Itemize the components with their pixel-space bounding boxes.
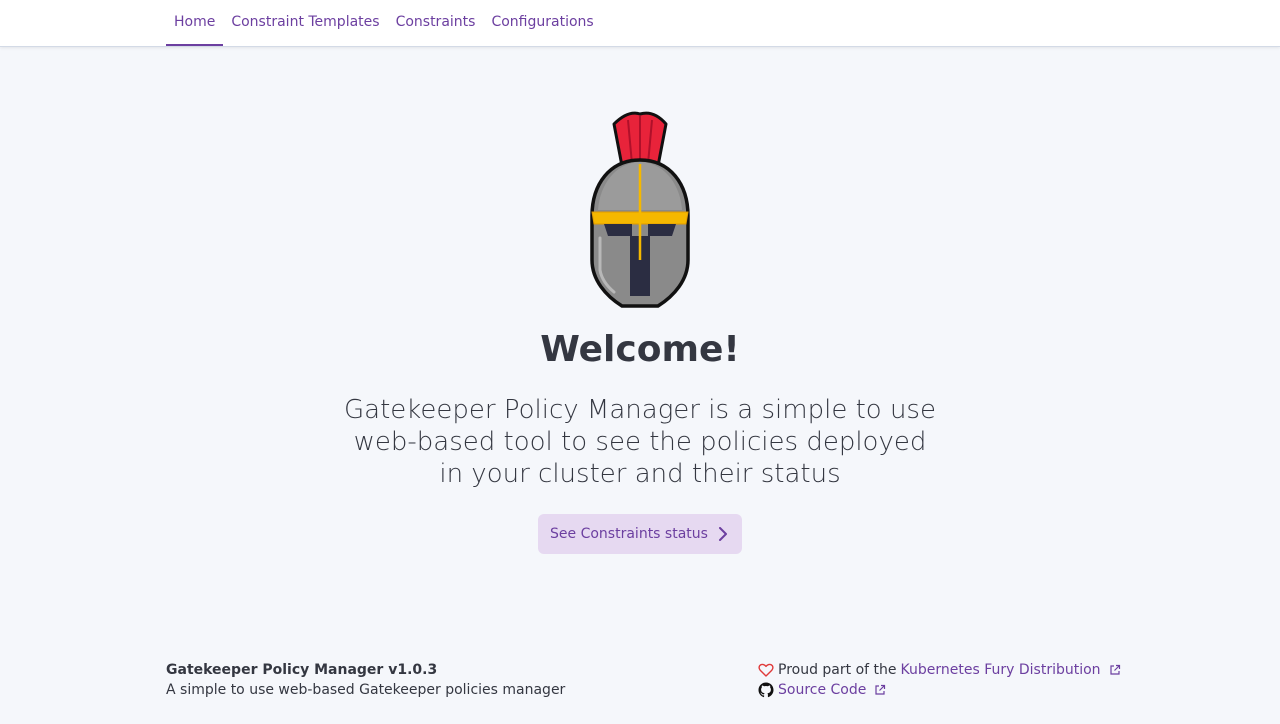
proud-text: Proud part of the bbox=[778, 662, 897, 678]
hero-section: Welcome! Gatekeeper Policy Manager is a … bbox=[0, 110, 1280, 554]
tab-home[interactable]: Home bbox=[166, 0, 224, 46]
page-footer: Gatekeeper Policy Manager v1.0.3 A simpl… bbox=[166, 660, 1120, 704]
footer-info: Gatekeeper Policy Manager v1.0.3 A simpl… bbox=[166, 660, 565, 700]
tab-configurations[interactable]: Configurations bbox=[483, 0, 601, 46]
footer-links: Proud part of the Kubernetes Fury Distri… bbox=[758, 660, 1121, 700]
tab-constraints[interactable]: Constraints bbox=[388, 0, 484, 46]
external-link-icon bbox=[1109, 664, 1120, 675]
welcome-heading: Welcome! bbox=[540, 329, 740, 370]
kfd-link[interactable]: Kubernetes Fury Distribution bbox=[901, 660, 1101, 680]
heart-icon bbox=[758, 663, 774, 677]
top-navbar: Home Constraint Templates Constraints Co… bbox=[0, 0, 1280, 47]
intro-description: Gatekeeper Policy Manager is a simple to… bbox=[344, 395, 936, 489]
chevron-right-icon bbox=[718, 527, 727, 541]
footer-subtitle: A simple to use web-based Gatekeeper pol… bbox=[166, 682, 566, 698]
cta-label: See Constraints status bbox=[550, 526, 708, 542]
footer-title: Gatekeeper Policy Manager v1.0.3 bbox=[166, 662, 438, 678]
spartan-helmet-icon bbox=[590, 111, 690, 308]
external-link-icon bbox=[875, 684, 886, 695]
nav-tabs: Home Constraint Templates Constraints Co… bbox=[166, 0, 602, 46]
source-code-link[interactable]: Source Code bbox=[778, 680, 866, 700]
github-icon bbox=[758, 682, 774, 698]
tab-constraint-templates[interactable]: Constraint Templates bbox=[223, 0, 387, 46]
see-constraints-status-button[interactable]: See Constraints status bbox=[538, 514, 742, 554]
source-row: Source Code bbox=[758, 680, 1121, 700]
kfd-row: Proud part of the Kubernetes Fury Distri… bbox=[758, 660, 1121, 680]
